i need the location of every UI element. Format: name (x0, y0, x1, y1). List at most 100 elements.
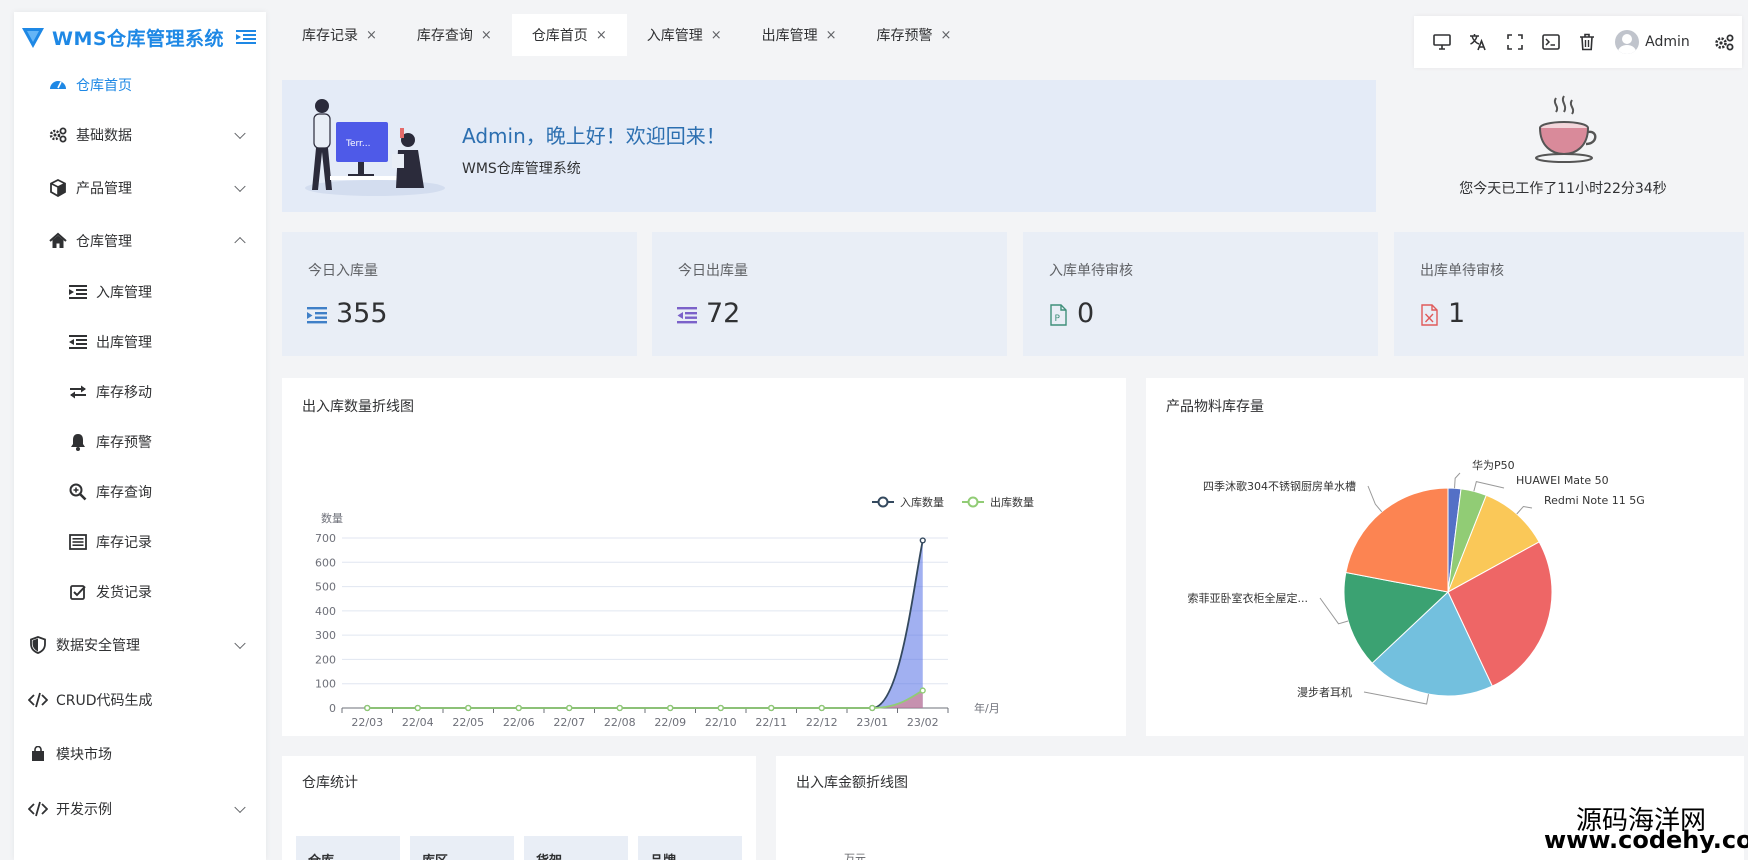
data-point (869, 704, 876, 712)
stat-value: 0 (1077, 298, 1095, 329)
data-point (616, 704, 623, 712)
tab-label: 库存记录 (302, 28, 358, 44)
sidebar-item-basic-data[interactable]: 基础数据 (14, 108, 266, 161)
sidebar-item-label: 仓库管理 (76, 233, 132, 250)
fullscreen-icon[interactable] (1496, 22, 1532, 62)
trash-icon[interactable] (1569, 22, 1605, 62)
x-tick-label: 22/07 (553, 716, 585, 729)
sidebar-item-module-market[interactable]: 模块市场 (14, 726, 266, 782)
y-axis-label: 数量 (321, 512, 343, 525)
stat-card-outbound-pending[interactable]: 出库单待审核 1 (1394, 232, 1744, 356)
user-menu[interactable]: Admin (1615, 30, 1690, 54)
table-header-area[interactable]: 库区 (410, 836, 514, 860)
tab-inbound[interactable]: 入库管理 × (627, 14, 742, 56)
sidebar-item-stock-alert[interactable]: 库存预警 (14, 417, 266, 467)
chevron-up-icon (234, 236, 246, 248)
data-point (465, 704, 472, 712)
terminal-icon[interactable] (1533, 22, 1569, 62)
settings-gears-icon[interactable] (1706, 22, 1742, 62)
tab-stock-query[interactable]: 库存查询 × (397, 14, 512, 56)
sidebar-item-label: 库存查询 (96, 485, 152, 501)
shield-icon (28, 635, 48, 655)
menu-fold-icon[interactable] (236, 29, 256, 45)
sidebar-item-stock-record[interactable]: 库存记录 (14, 517, 266, 567)
close-icon[interactable]: × (941, 28, 952, 43)
stat-card-inbound-pending[interactable]: 入库单待审核 P 0 (1023, 232, 1378, 356)
legend-label: 出库数量 (990, 495, 1034, 509)
y-tick-label: 700 (315, 532, 336, 545)
sidebar-item-crud[interactable]: CRUD代码生成 (14, 673, 266, 726)
sidebar-item-stock-move[interactable]: 库存移动 (14, 367, 266, 417)
x-tick-label: 22/09 (654, 716, 686, 729)
sidebar-item-shipment[interactable]: 发货记录 (14, 567, 266, 617)
tab-home[interactable]: 仓库首页 × (511, 14, 627, 56)
inout-quantity-line-chart-card: 出入库数量折线图 0 100 200 300 400 500 600 700 22/03 22/0… (282, 378, 1126, 736)
sidebar-item-stock-query[interactable]: 库存查询 (14, 467, 266, 517)
cube-icon (48, 178, 68, 198)
sidebar: WMS仓库管理系统 仓库首页 基础数据 产品管理 仓库管理 入库管理 出库管理 … (14, 12, 266, 860)
series-area (367, 690, 923, 708)
close-icon[interactable]: × (826, 28, 837, 43)
tab-bar: 库存记录 × 库存查询 × 仓库首页 × 入库管理 × 出库管理 × 库存预警 … (282, 14, 971, 56)
sidebar-item-product[interactable]: 产品管理 (14, 161, 266, 214)
series-line (367, 689, 924, 709)
series-area (367, 540, 923, 708)
stat-label: 今日入库量 (308, 263, 378, 279)
legend-marker (967, 496, 979, 508)
stat-card-today-inbound[interactable]: 今日入库量 355 (282, 232, 637, 356)
close-icon[interactable]: × (481, 28, 492, 43)
x-tick-label: 22/06 (503, 716, 535, 729)
data-point (919, 687, 926, 694)
work-time-panel: 您今天已工作了11小时22分34秒 (1384, 80, 1742, 212)
tab-stock-record[interactable]: 库存记录 × (282, 14, 397, 56)
data-point (414, 704, 421, 712)
sidebar-item-inbound[interactable]: 入库管理 (14, 267, 266, 317)
pie-label: 漫步者耳机 (1297, 685, 1352, 699)
chevron-down-icon (234, 180, 246, 192)
exchange-icon (68, 382, 88, 402)
y-tick-label: 500 (315, 581, 336, 594)
logo[interactable]: WMS仓库管理系统 (14, 12, 266, 62)
sidebar-item-warehouse[interactable]: 仓库管理 (14, 214, 266, 267)
monitor-icon[interactable] (1424, 22, 1460, 62)
tab-stock-alert[interactable]: 库存预警 × (857, 14, 972, 56)
ppt-file-icon: P (1050, 304, 1067, 326)
shield-logo-icon (22, 28, 44, 48)
watermark-url: www.codehy.com (1544, 826, 1748, 854)
data-point (768, 704, 775, 712)
indent-icon (68, 282, 88, 302)
line-chart: 0 100 200 300 400 500 600 700 22/03 22/04 22/05 22/… (315, 495, 1034, 729)
stat-value: 1 (1448, 298, 1466, 329)
x-tick-label: 22/12 (806, 716, 838, 729)
chevron-down-icon (234, 637, 246, 650)
pie-label: 四季沐歌304不锈钢厨房单水槽 (1203, 479, 1356, 493)
table-header-warehouse[interactable]: 仓库 (296, 836, 400, 860)
series-line (367, 540, 924, 709)
y-tick-label: 400 (315, 605, 336, 618)
close-icon[interactable]: × (711, 28, 722, 43)
sidebar-item-outbound[interactable]: 出库管理 (14, 317, 266, 367)
stat-card-today-outbound[interactable]: 今日出库量 72 (652, 232, 1007, 356)
sidebar-item-label: 仓库首页 (76, 78, 132, 94)
sidebar-item-label: 入库管理 (96, 285, 152, 301)
sidebar-item-label: 库存预警 (96, 435, 152, 451)
pie-label: 索菲亚卧室衣柜全屋定... (1188, 591, 1309, 605)
table-header-shelf[interactable]: 货架 (524, 836, 628, 860)
welcome-subtitle: WMS仓库管理系统 (462, 161, 581, 177)
sidebar-item-label: 库存移动 (96, 385, 152, 401)
sidebar-item-data-security[interactable]: 数据安全管理 (14, 617, 266, 673)
sidebar-item-dev-examples[interactable]: 开发示例 (14, 782, 266, 835)
sidebar-item-home[interactable]: 仓库首页 (14, 62, 266, 108)
translate-icon[interactable] (1460, 22, 1496, 62)
chevron-down-icon (234, 127, 246, 139)
card-title: 仓库统计 (302, 775, 358, 791)
tab-outbound[interactable]: 出库管理 × (742, 14, 857, 56)
table-header-brand[interactable]: 品牌 (638, 836, 742, 860)
pie-label-line (1319, 597, 1349, 625)
x-tick-label: 22/08 (604, 716, 636, 729)
sidebar-item-label: 产品管理 (76, 180, 132, 197)
bell-icon (68, 432, 88, 452)
close-icon[interactable]: × (596, 28, 607, 43)
close-icon[interactable]: × (366, 28, 377, 43)
outdent-icon (68, 332, 88, 352)
